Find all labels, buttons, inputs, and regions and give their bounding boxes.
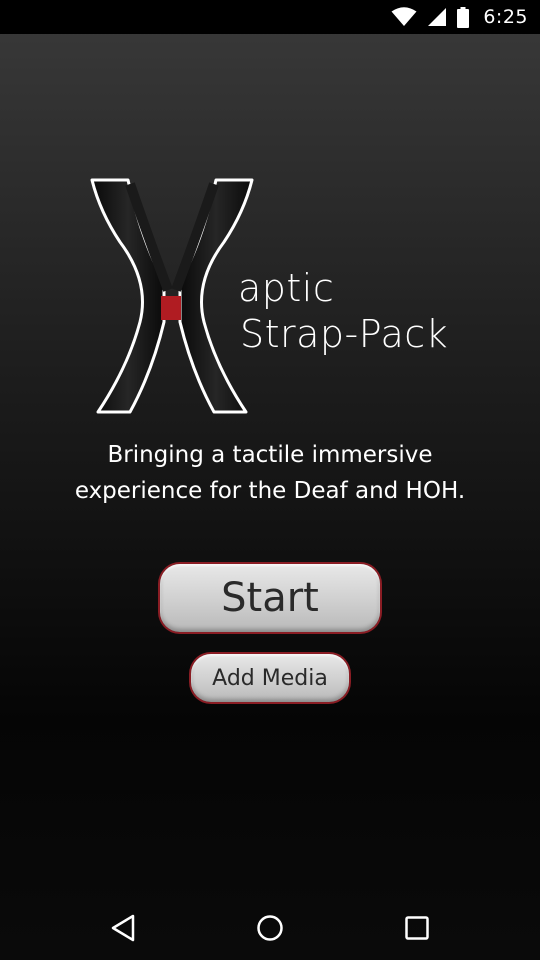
status-time: 6:25 bbox=[483, 6, 528, 28]
start-button[interactable]: Start bbox=[160, 564, 380, 632]
recents-icon bbox=[404, 916, 429, 940]
wifi-icon bbox=[391, 7, 417, 27]
logo-text-aptic: aptic bbox=[238, 266, 335, 310]
add-media-button[interactable]: Add Media bbox=[191, 654, 349, 702]
home-icon bbox=[257, 915, 283, 941]
tagline: Bringing a tactile immersive experience … bbox=[0, 437, 540, 509]
back-icon bbox=[112, 914, 135, 942]
logo-text-strap-pack: Strap-Pack bbox=[240, 312, 449, 356]
cell-signal-icon bbox=[427, 7, 447, 27]
app-logo: aptic Strap-Pack bbox=[80, 172, 470, 422]
recents-button[interactable] bbox=[385, 896, 449, 960]
tagline-line-2: experience for the Deaf and HOH. bbox=[74, 478, 466, 504]
app-screen: 6:25 aptic Strap-Pack Bringing a tactile… bbox=[0, 0, 540, 960]
battery-icon bbox=[457, 6, 470, 28]
back-button[interactable] bbox=[91, 896, 155, 960]
navigation-bar bbox=[0, 896, 540, 960]
status-bar: 6:25 bbox=[0, 0, 540, 34]
home-button[interactable] bbox=[238, 896, 302, 960]
status-icons: 6:25 bbox=[391, 0, 528, 34]
tagline-line-1: Bringing a tactile immersive bbox=[107, 442, 433, 468]
